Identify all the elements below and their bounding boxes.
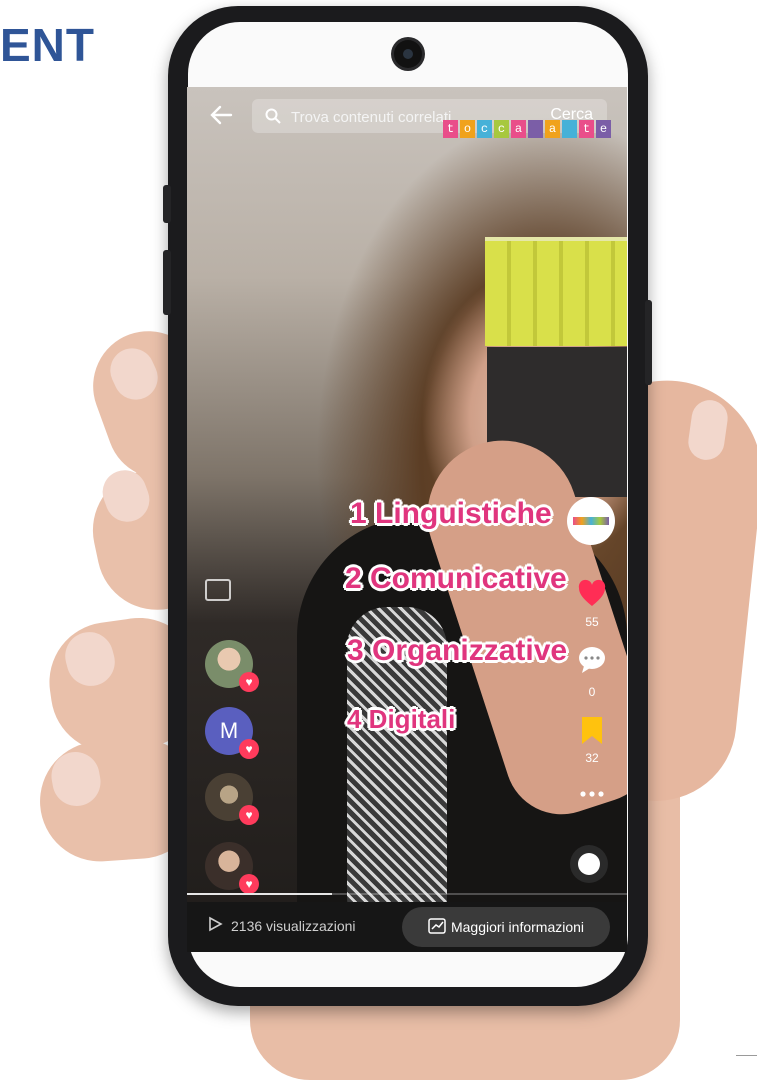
caption-1: 1 Linguistiche [350,497,552,530]
video-progress-fill [187,893,333,895]
profile-logo-icon [573,517,609,525]
logo-letter [528,120,543,138]
video-progress[interactable] [187,893,627,895]
channel-logo: t o c c a a t e [443,120,611,138]
avatar-letter-m[interactable]: M ♥ [205,707,259,759]
avatar-photo-1[interactable]: ♥ [205,640,259,692]
heart-badge-icon: ♥ [239,672,259,692]
phone-side-button-1 [163,185,171,223]
avatar-photo-2[interactable]: ♥ [205,773,259,825]
chart-icon [428,917,446,937]
background-binders [485,237,627,346]
page-heading: ENT [0,19,95,71]
views: 2136 visualizzazioni [207,916,356,935]
logo-letter: e [596,120,611,138]
disc-label [578,853,600,875]
more-info-label: Maggiori informazioni [450,919,585,935]
avatar-photo-3[interactable]: ♥ [205,842,259,894]
logo-letter: o [460,120,475,138]
caption-2: 2 Comunicative [345,562,567,595]
heart-badge-icon: ♥ [239,874,259,894]
captions-icon[interactable] [205,579,231,601]
logo-letter: c [477,120,492,138]
profile-button[interactable] [567,497,615,545]
bookmark-icon[interactable] [577,715,607,745]
heart-badge-icon: ♥ [239,739,259,759]
more-info-button[interactable]: Maggiori informazioni [402,907,610,947]
video-screen[interactable]: Cerca t o c c a a t e 1 Linguistiche 2 C… [187,87,627,952]
phone-side-button-3 [645,300,652,385]
caption-3: 3 Organizzative [347,634,568,667]
more-icon[interactable] [577,779,607,809]
saves-count: 32 [585,751,599,765]
logo-letter: t [443,120,458,138]
front-camera [394,40,422,68]
logo-letter [562,120,577,138]
comment-icon[interactable] [577,645,607,675]
phone-side-button-2 [163,250,171,315]
back-arrow-icon[interactable] [207,101,235,129]
caption-4: 4 Digitali [347,704,456,734]
views-count: 2136 visualizzazioni [231,917,356,934]
logo-letter: a [511,120,526,138]
logo-letter: c [494,120,509,138]
top-bar: Cerca t o c c a a t e [187,87,627,147]
heart-badge-icon: ♥ [239,805,259,825]
comments-count: 0 [588,685,596,699]
search-icon [264,107,282,125]
page-divider [736,1055,757,1056]
likes-count: 55 [585,615,599,629]
logo-letter: a [545,120,560,138]
logo-letter: t [579,120,594,138]
music-disc-icon[interactable] [570,845,608,883]
play-icon [207,916,223,935]
heart-icon[interactable] [577,579,607,609]
bottom-bar: 2136 visualizzazioni Maggiori informazio… [187,902,627,952]
